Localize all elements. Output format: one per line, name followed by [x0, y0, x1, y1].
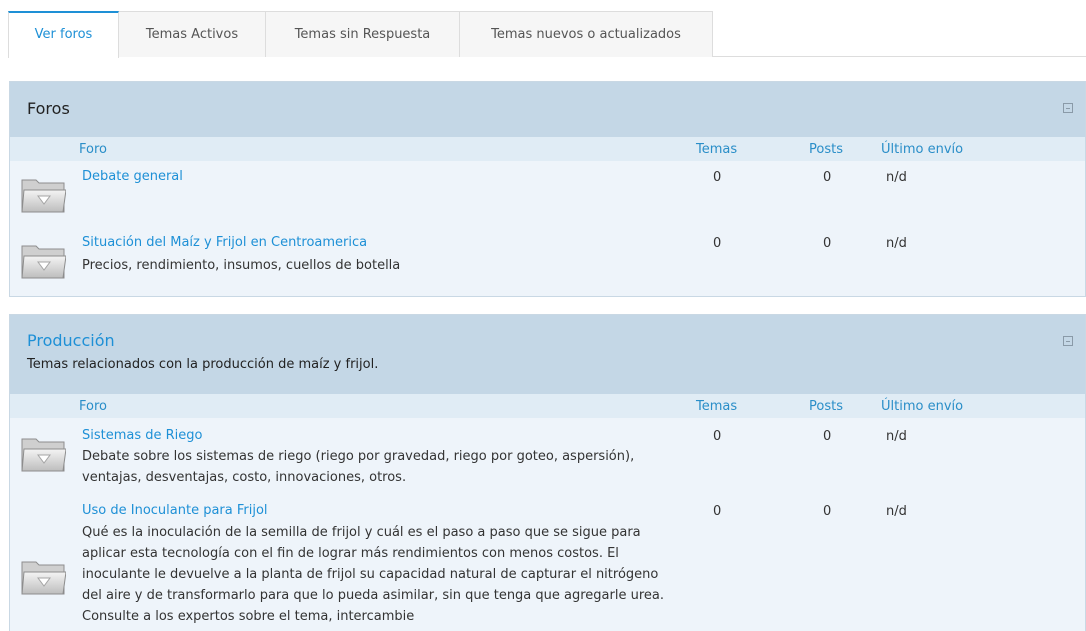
forum-title[interactable]: Uso de Inoculante para Frijol: [82, 503, 268, 518]
forum-row: Debate general 0 0 n/d: [10, 161, 1085, 227]
forum-last-post: n/d: [886, 429, 907, 444]
forum-topics-count: 0: [713, 504, 722, 519]
forum-row: Sistemas de Riego Debate sobre los siste…: [10, 418, 1085, 494]
col-temas[interactable]: Temas: [696, 142, 737, 157]
category-title: Foros: [27, 99, 70, 118]
folder-icon: [21, 245, 66, 279]
forum-row: Situación del Maíz y Frijol en Centroame…: [10, 227, 1085, 296]
col-foro[interactable]: Foro: [79, 142, 107, 157]
forum-title[interactable]: Sistemas de Riego: [82, 428, 203, 443]
forum-row: Uso de Inoculante para Frijol Qué es la …: [10, 494, 1085, 631]
folder-icon: [21, 561, 66, 595]
forum-posts-count: 0: [823, 504, 832, 519]
tab-temas-nuevos[interactable]: Temas nuevos o actualizados: [460, 11, 713, 57]
col-ultimo-envio[interactable]: Último envío: [881, 142, 963, 157]
tab-temas-activos[interactable]: Temas Activos: [119, 11, 266, 57]
forum-description: Precios, rendimiento, insumos, cuellos d…: [82, 258, 401, 273]
col-temas[interactable]: Temas: [696, 399, 737, 414]
forum-description: Qué es la inoculación de la semilla de f…: [82, 525, 665, 624]
forum-last-post: n/d: [886, 504, 907, 519]
forum-posts-count: 0: [823, 170, 832, 185]
tab-ver-foros[interactable]: Ver foros: [8, 11, 119, 58]
col-posts[interactable]: Posts: [809, 399, 843, 414]
category-produccion: Producción Temas relacionados con la pro…: [9, 314, 1086, 631]
forum-topics-count: 0: [713, 236, 722, 251]
forum-posts-count: 0: [823, 236, 832, 251]
category-title[interactable]: Producción: [27, 331, 115, 350]
forum-last-post: n/d: [886, 170, 907, 185]
forum-tabs: Ver foros Temas Activos Temas sin Respue…: [8, 11, 713, 58]
category-description: Temas relacionados con la producción de …: [27, 357, 379, 372]
folder-icon: [21, 179, 66, 213]
category-header: Foros: [10, 82, 1085, 137]
forum-posts-count: 0: [823, 429, 832, 444]
category-header: Producción Temas relacionados con la pro…: [10, 315, 1085, 394]
column-header: Foro Temas Posts Último envío: [10, 394, 1085, 418]
forum-topics-count: 0: [713, 429, 722, 444]
category-foros: Foros Foro Temas Posts Último envío Deba…: [9, 81, 1086, 297]
forum-title[interactable]: Situación del Maíz y Frijol en Centroame…: [82, 235, 367, 250]
forum-last-post: n/d: [886, 236, 907, 251]
collapse-icon[interactable]: [1063, 103, 1073, 113]
forum-title[interactable]: Debate general: [82, 169, 183, 184]
col-posts[interactable]: Posts: [809, 142, 843, 157]
collapse-icon[interactable]: [1063, 336, 1073, 346]
folder-icon: [21, 438, 66, 472]
column-header: Foro Temas Posts Último envío: [10, 137, 1085, 161]
forum-description: Debate sobre los sistemas de riego (rieg…: [82, 449, 635, 485]
tab-temas-sin-respuesta[interactable]: Temas sin Respuesta: [266, 11, 460, 57]
forum-topics-count: 0: [713, 170, 722, 185]
col-ultimo-envio[interactable]: Último envío: [881, 399, 963, 414]
col-foro[interactable]: Foro: [79, 399, 107, 414]
